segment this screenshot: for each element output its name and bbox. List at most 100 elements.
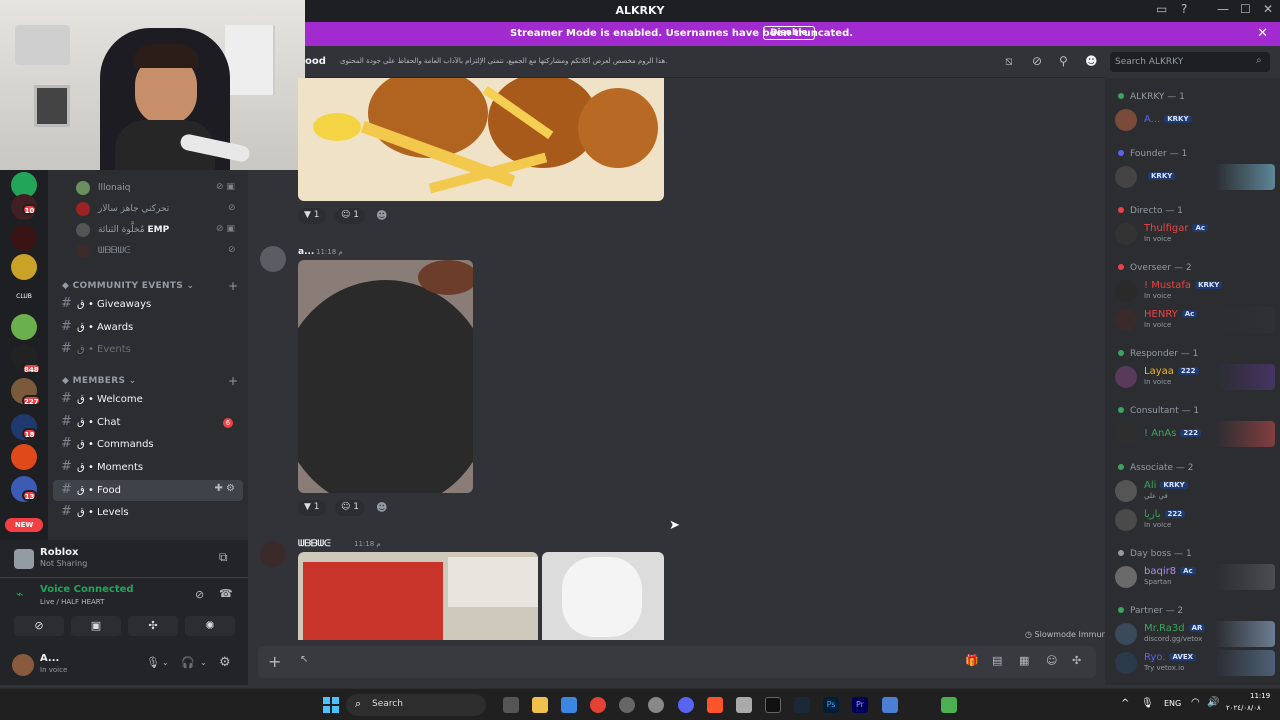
- store-icon[interactable]: [561, 697, 577, 713]
- close-window-button[interactable]: ✕: [1263, 2, 1273, 16]
- disable-streamer-button[interactable]: Disable: [763, 26, 815, 40]
- category-community-events[interactable]: ◆ COMMUNITY EVENTS ⌄ +: [62, 279, 238, 293]
- file-explorer-icon[interactable]: [532, 697, 548, 713]
- screen-share-button[interactable]: ▣: [71, 616, 121, 636]
- camera-off-button[interactable]: ⊘: [14, 616, 64, 636]
- member-item[interactable]: Thulfigar Ac In voice: [1113, 221, 1275, 247]
- app-icon[interactable]: [736, 697, 752, 713]
- reaction[interactable]: ▼ 1: [298, 500, 326, 516]
- message-author[interactable]: ᗯᗷᗷᗯᕮ: [298, 539, 331, 549]
- reaction[interactable]: ▼ 1: [298, 208, 326, 224]
- volume-icon[interactable]: 🔊: [1207, 697, 1219, 708]
- server-icon[interactable]: [11, 444, 37, 470]
- settings-icon[interactable]: ⚙: [219, 655, 231, 670]
- search-input[interactable]: Search ALKRKY ⌕: [1110, 52, 1270, 72]
- pin-icon[interactable]: ⚲: [1059, 54, 1068, 68]
- inbox-icon[interactable]: ▭: [1156, 2, 1167, 16]
- discord-icon[interactable]: [678, 697, 694, 713]
- add-reaction-icon[interactable]: ☻: [376, 209, 387, 222]
- gift-icon[interactable]: 🎁: [965, 654, 979, 667]
- member-item[interactable]: ! Mustafa KRKY In voice: [1113, 278, 1275, 304]
- emoji-icon[interactable]: ☺: [1046, 654, 1057, 667]
- help-icon[interactable]: ?: [1181, 2, 1187, 16]
- threads-icon[interactable]: ⧅: [1005, 54, 1013, 69]
- member-item[interactable]: baqir8 Ac Spartan: [1113, 564, 1275, 590]
- channel-commands[interactable]: # ق • Commands: [53, 434, 243, 455]
- food-image[interactable]: [298, 260, 473, 493]
- premiere-icon[interactable]: Pr: [852, 697, 868, 713]
- channel-chat[interactable]: # ق • Chat 6: [53, 412, 243, 433]
- minimize-button[interactable]: —: [1217, 2, 1229, 16]
- server-icon[interactable]: [11, 314, 37, 340]
- channel-events[interactable]: # ق • Events: [53, 339, 243, 360]
- message-avatar[interactable]: [260, 541, 286, 567]
- steam-icon[interactable]: [648, 697, 664, 713]
- share-screen-icon[interactable]: ⧉: [219, 550, 228, 565]
- task-view-icon[interactable]: [503, 697, 519, 713]
- apps-icon[interactable]: ✣: [1072, 654, 1081, 667]
- server-icon[interactable]: [11, 254, 37, 280]
- member-item[interactable]: ! AnAs 222: [1113, 421, 1275, 447]
- server-icon[interactable]: [11, 225, 37, 251]
- server-icon[interactable]: CLUB: [11, 284, 37, 310]
- reaction[interactable]: ☺ 1: [335, 208, 365, 224]
- member-item[interactable]: Ali KRKY في علي: [1113, 478, 1275, 504]
- attach-icon[interactable]: +: [268, 652, 281, 671]
- member-item[interactable]: A... KRKY: [1113, 107, 1275, 133]
- member-list-icon[interactable]: ☻: [1085, 54, 1098, 68]
- food-image[interactable]: [298, 78, 664, 201]
- food-image[interactable]: [298, 552, 538, 640]
- channel-awards[interactable]: # ق • Awards: [53, 317, 243, 338]
- activities-button[interactable]: ✣: [128, 616, 178, 636]
- user-avatar[interactable]: [12, 654, 34, 676]
- channel-settings-icon[interactable]: ✚ ⚙: [214, 483, 235, 494]
- sticker-icon[interactable]: ▦: [1019, 654, 1029, 667]
- mic-tray-icon[interactable]: 🎙: [1141, 698, 1154, 709]
- mute-channel-icon[interactable]: ⊘: [1032, 54, 1042, 68]
- brave-icon[interactable]: [707, 697, 723, 713]
- message-input[interactable]: + ↖ 🎁 ▤ ▦ ☺ ✣: [258, 646, 1096, 678]
- wifi-icon[interactable]: ◠: [1191, 697, 1200, 708]
- capcut-icon[interactable]: [765, 697, 781, 713]
- channel-levels[interactable]: # ق • Levels: [53, 502, 243, 523]
- app-icon[interactable]: [619, 697, 635, 713]
- start-icon[interactable]: [323, 697, 339, 713]
- reaction[interactable]: ☺ 1: [335, 500, 365, 516]
- noise-suppression-icon[interactable]: ⊘: [195, 588, 204, 601]
- disconnect-icon[interactable]: ☎: [219, 587, 233, 600]
- member-item[interactable]: KRKY: [1113, 164, 1275, 190]
- close-banner-icon[interactable]: ✕: [1257, 26, 1268, 41]
- member-item[interactable]: باريا 222 In voice: [1113, 507, 1275, 533]
- channel-food[interactable]: # ق • Food ✚ ⚙: [53, 480, 243, 501]
- channel-giveaways[interactable]: # ق • Giveaways: [53, 294, 243, 315]
- clock-time[interactable]: 11:19: [1250, 692, 1270, 700]
- add-channel-icon[interactable]: +: [228, 279, 238, 293]
- member-item[interactable]: Ryo. AVEX Try vetox.io: [1113, 650, 1275, 676]
- maximize-button[interactable]: ☐: [1240, 2, 1251, 16]
- language-indicator[interactable]: ENG: [1164, 699, 1181, 708]
- channel-welcome[interactable]: # ق • Welcome: [53, 389, 243, 410]
- app-icon[interactable]: [882, 697, 898, 713]
- add-channel-icon[interactable]: +: [228, 374, 238, 388]
- headphones-icon[interactable]: 🎧: [181, 656, 195, 669]
- steam-icon[interactable]: [794, 697, 810, 713]
- message-author[interactable]: a...: [298, 247, 314, 257]
- chrome-icon[interactable]: [590, 697, 606, 713]
- member-item[interactable]: Layaa 222 In voice: [1113, 364, 1275, 390]
- soundboard-button[interactable]: ✺: [185, 616, 235, 636]
- tray-chevron-icon[interactable]: ^: [1121, 698, 1129, 709]
- minecraft-icon[interactable]: [941, 697, 957, 713]
- category-members[interactable]: ◆ MEMBERS ⌄ +: [62, 374, 238, 388]
- channel-moments[interactable]: # ق • Moments: [53, 457, 243, 478]
- member-item[interactable]: HENRY Ac In voice: [1113, 307, 1275, 333]
- add-reaction-icon[interactable]: ☻: [376, 501, 387, 514]
- new-badge[interactable]: NEW: [5, 518, 43, 532]
- chevron-down-icon[interactable]: ⌄: [200, 658, 207, 667]
- taskbar-search[interactable]: ⌕ Search: [346, 694, 486, 716]
- photoshop-icon[interactable]: Ps: [823, 697, 839, 713]
- clock-date[interactable]: ٢٠٢٤/٠٨/٠٨: [1226, 704, 1261, 712]
- food-image[interactable]: [542, 552, 664, 640]
- gif-icon[interactable]: ▤: [992, 654, 1002, 667]
- member-item[interactable]: Mr.Ra3d AR discord.gg/vetox: [1113, 621, 1275, 647]
- mic-icon[interactable]: 🎙: [146, 656, 160, 669]
